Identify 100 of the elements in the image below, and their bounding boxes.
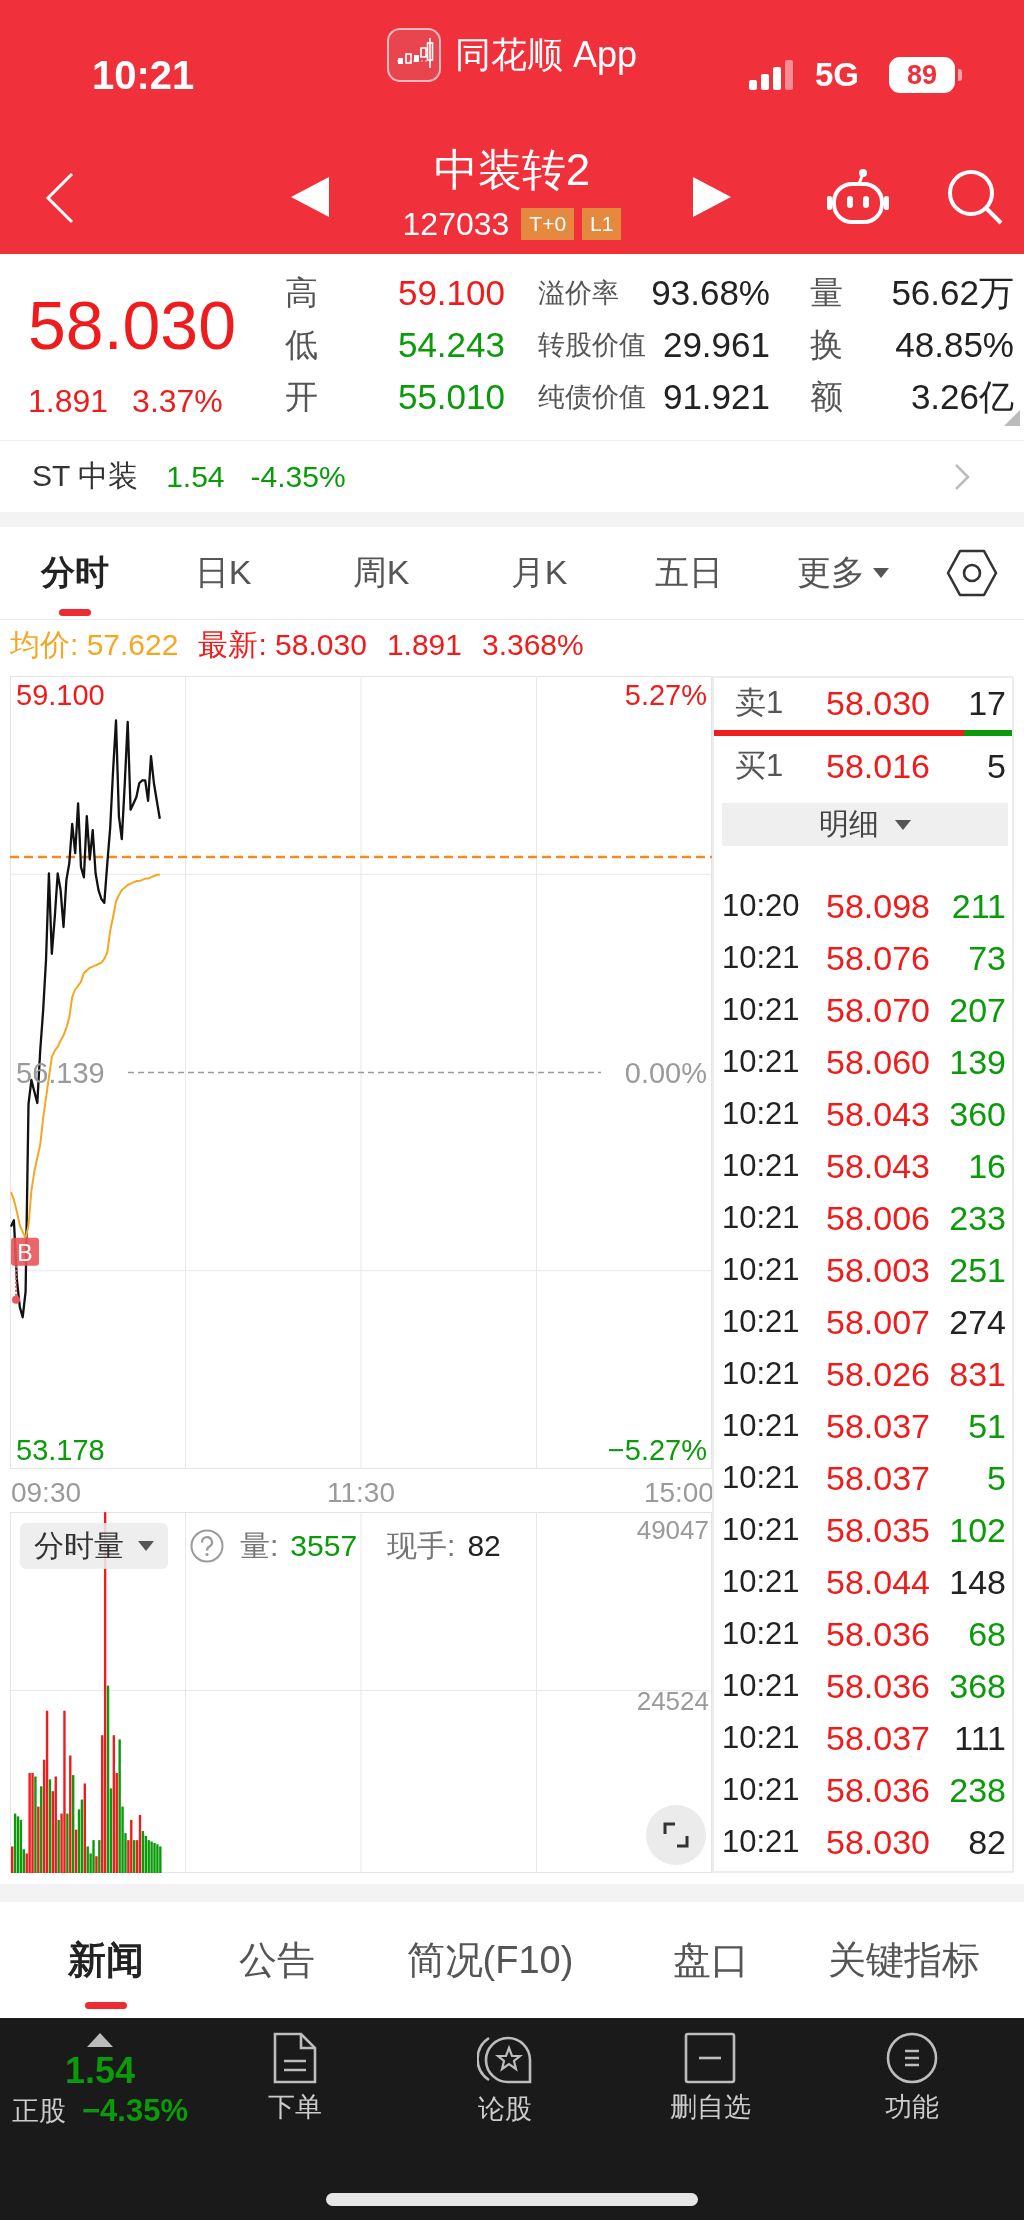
settings-icon[interactable]: [946, 549, 998, 597]
annotation: B: [17, 1239, 33, 1266]
stat-value: 29.961: [662, 325, 770, 365]
caret-up-icon[interactable]: [87, 2033, 113, 2047]
stat-label: 转股价值: [538, 329, 646, 362]
chart-tab[interactable]: 分时: [0, 527, 150, 619]
section-tab[interactable]: 新闻: [0, 1902, 212, 2018]
tick-time: 10:21: [722, 992, 801, 1028]
battery-indicator: 89: [889, 57, 962, 93]
order-price: 58.030: [826, 683, 930, 723]
toolbar-button[interactable]: 论股: [477, 2032, 533, 2124]
tick-volume: 368: [949, 1666, 1006, 1706]
tick-price: 58.037: [826, 1718, 930, 1758]
stat-label: 高: [285, 272, 318, 313]
volume-selector[interactable]: 分时量: [20, 1523, 168, 1569]
stat-value: 48.85%: [895, 325, 1014, 365]
tick-time: 10:21: [722, 1200, 801, 1236]
tab-indicator: [85, 2002, 127, 2009]
chart-tab[interactable]: 日K: [150, 527, 296, 619]
tick-price: 58.036: [826, 1666, 930, 1706]
chart-tab[interactable]: 周K: [296, 527, 466, 619]
tick-volume: 51: [968, 1406, 1006, 1446]
tick-time: 10:21: [722, 1720, 801, 1756]
price-axis-label: 59.100: [16, 679, 105, 711]
robot-icon[interactable]: [825, 168, 891, 226]
stat-label: 额: [810, 376, 843, 417]
stat-label: 溢价率: [538, 277, 619, 310]
menu-icon: [886, 2032, 938, 2084]
tick-price: 58.037: [826, 1406, 930, 1446]
app-name: 同花顺 App: [454, 33, 638, 77]
search-icon[interactable]: [946, 168, 1004, 226]
order-label: 卖1: [735, 684, 785, 722]
stat-label: 低: [285, 324, 318, 365]
section-tab[interactable]: 简况(F10): [342, 1902, 638, 2018]
stock-change: -4.35%: [250, 459, 346, 494]
tick-price: 58.003: [826, 1250, 930, 1290]
section-tab[interactable]: 公告: [212, 1902, 342, 2018]
tick-time: 10:21: [722, 1668, 801, 1704]
expand-icon[interactable]: [646, 1805, 706, 1865]
bond-title: 中装转2: [433, 144, 591, 196]
stock-label: 正股: [12, 2095, 66, 2128]
tick-time: 10:21: [722, 1512, 801, 1548]
status-time: 10:21: [92, 52, 195, 98]
chart-tab[interactable]: 五日: [612, 527, 766, 619]
chart-tab[interactable]: 月K: [466, 527, 612, 619]
stat-label: 开: [285, 376, 318, 417]
section-tab[interactable]: 关键指标: [784, 1902, 1024, 2018]
order-volume: 17: [968, 683, 1006, 723]
triangle-right-icon[interactable]: [693, 177, 731, 217]
toolbar-button[interactable]: 功能: [885, 2032, 939, 2122]
tick-time: 10:20: [722, 888, 801, 924]
tick-volume: 102: [949, 1510, 1006, 1550]
last-price: 58.030: [28, 289, 236, 361]
tick-price: 58.036: [826, 1614, 930, 1654]
triangle-left-icon[interactable]: [291, 177, 329, 217]
change-percent: 3.37%: [132, 382, 223, 421]
tick-time: 10:21: [722, 1616, 801, 1652]
tick-volume: 5: [987, 1458, 1006, 1498]
help-icon[interactable]: [190, 1529, 224, 1563]
tick-price: 58.006: [826, 1198, 930, 1238]
tick-time: 10:21: [722, 1824, 801, 1860]
tick-price: 58.043: [826, 1146, 930, 1186]
order-label: 买1: [735, 747, 785, 785]
percent-axis-label: 0.00%: [624, 1056, 707, 1089]
tick-price: 58.070: [826, 990, 930, 1030]
minus-square-icon: [684, 2032, 736, 2084]
toolbar-button[interactable]: 下单: [268, 2032, 322, 2122]
chart-tab[interactable]: 更多: [766, 527, 920, 619]
tick-price: 58.035: [826, 1510, 930, 1550]
section-tab[interactable]: 盘口: [638, 1902, 784, 2018]
tick-volume: 207: [949, 990, 1006, 1030]
tick-volume: 274: [949, 1302, 1006, 1342]
stat-value: 3.26亿: [910, 375, 1014, 418]
tick-volume: 148: [949, 1562, 1006, 1602]
stat-value: 55.010: [397, 377, 505, 417]
volume-axis-label: 49047: [636, 1515, 709, 1545]
tick-volume: 211: [951, 886, 1006, 926]
tick-time: 10:21: [722, 1148, 801, 1184]
tick-volume: 16: [968, 1146, 1006, 1186]
bond-code: 127033: [402, 206, 510, 242]
stat-value: 93.68%: [651, 273, 770, 313]
stock-name[interactable]: ST 中装: [32, 456, 139, 497]
tick-price: 58.060: [826, 1042, 930, 1082]
tick-time: 10:21: [722, 1460, 801, 1496]
toolbar-button[interactable]: 删自选: [669, 2032, 751, 2122]
chevron-left-icon[interactable]: [44, 171, 76, 225]
tick-volume: 82: [968, 1822, 1006, 1862]
time-axis-label: 11:30: [327, 1477, 395, 1508]
volume-label: 量:: [240, 1527, 279, 1564]
app-icon: [386, 28, 441, 82]
order-volume: 5: [987, 746, 1006, 786]
hand-label: 现手:: [387, 1527, 456, 1564]
stat-label: 换: [810, 324, 843, 365]
stock-price: 1.54: [64, 2051, 136, 2091]
tick-time: 10:21: [722, 1304, 801, 1340]
detail-dropdown[interactable]: 明细: [722, 803, 1008, 846]
tick-time: 10:21: [722, 940, 801, 976]
tick-volume: 831: [949, 1354, 1006, 1394]
tick-time: 10:21: [722, 1252, 801, 1288]
document-icon: [272, 2032, 318, 2084]
